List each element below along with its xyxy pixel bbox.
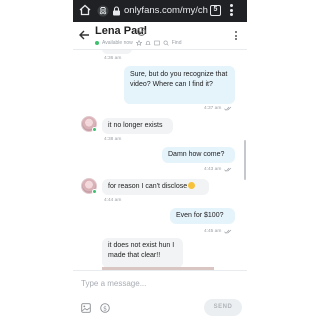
- online-indicator: [92, 127, 97, 132]
- message-bubble: Even for $100?: [170, 208, 235, 224]
- message-bubble: it no longer exists: [102, 118, 173, 134]
- sad-face-emoji-icon: [188, 182, 196, 189]
- browser-toolbar: onlyfans.com/my/ch 5: [73, 0, 247, 22]
- read-receipt-icon: [224, 167, 232, 172]
- online-indicator: [92, 189, 97, 194]
- message-time: 4:38 am: [104, 137, 122, 142]
- read-receipt-icon: [224, 229, 232, 234]
- find-label[interactable]: Find: [172, 40, 182, 46]
- bell-icon[interactable]: [145, 40, 151, 46]
- browser-menu-button[interactable]: [230, 4, 234, 18]
- status-text: Available now: [102, 40, 133, 46]
- message-input[interactable]: Type a message...: [81, 279, 146, 288]
- message-bubble: for reason I can't disclose: [102, 179, 209, 195]
- message-bubble: Damn how come?: [162, 147, 235, 163]
- avatar[interactable]: [81, 116, 97, 132]
- chat-header: Lena Paul Available now Find: [73, 22, 247, 50]
- search-icon[interactable]: [163, 40, 169, 46]
- back-arrow-icon[interactable]: [78, 29, 90, 41]
- address-bar[interactable]: onlyfans.com/my/ch: [97, 3, 208, 19]
- incognito-icon: [97, 5, 109, 17]
- lock-icon: [113, 6, 120, 16]
- home-icon[interactable]: [79, 4, 91, 16]
- status-row: Available now Find: [95, 39, 182, 47]
- chat-menu-button[interactable]: [235, 31, 238, 42]
- send-button[interactable]: SEND: [204, 299, 242, 316]
- message-time: 4:45 am: [204, 229, 222, 234]
- gallery-icon[interactable]: [154, 40, 160, 46]
- svg-text:$: $: [103, 305, 107, 312]
- message-bubble: Sure, but do you recognize that video? W…: [124, 66, 235, 104]
- tab-switcher-button[interactable]: 5: [210, 5, 221, 16]
- message-bubble: it does not exist hun I made that clear!…: [102, 238, 183, 268]
- avatar[interactable]: [81, 178, 97, 194]
- message-time: 4:36 am: [104, 56, 122, 61]
- online-indicator: [95, 41, 99, 45]
- message-time: 4:43 am: [204, 167, 222, 172]
- star-icon[interactable]: [135, 40, 142, 46]
- image-icon[interactable]: [81, 303, 91, 313]
- verified-icon: [137, 27, 146, 36]
- message-bubble: [102, 50, 132, 54]
- url-text: onlyfans.com/my/ch: [124, 5, 208, 16]
- message-text: for reason I can't disclose: [108, 183, 188, 190]
- message-time: 4:44 am: [104, 198, 122, 203]
- read-receipt-icon: [224, 106, 232, 111]
- price-tag-icon[interactable]: $: [100, 303, 110, 313]
- message-composer: Type a message... $ SEND: [73, 270, 247, 320]
- message-time: 4:37 am: [204, 106, 222, 111]
- message-list[interactable]: 4:36 am Sure, but do you recognize that …: [73, 50, 247, 270]
- scrollbar[interactable]: [244, 140, 246, 180]
